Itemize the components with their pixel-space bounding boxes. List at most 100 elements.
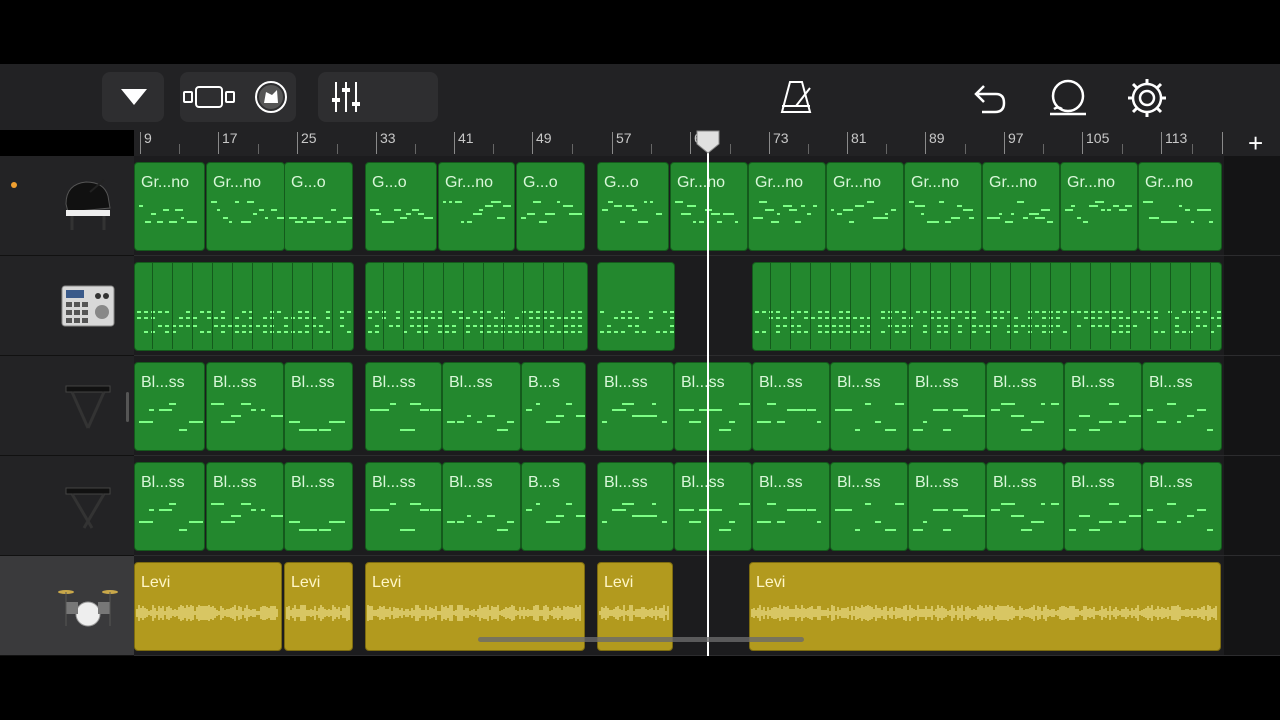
midi-region[interactable]: Bl...ss [134,362,205,451]
midi-region[interactable]: Gr...no [438,162,515,251]
midi-region[interactable]: Bl...ss [830,362,908,451]
midi-region[interactable]: Bl...ss [365,362,442,451]
playhead[interactable] [707,132,709,656]
midi-region[interactable]: Gr...no [748,162,826,251]
midi-region[interactable]: Bl...ss [908,362,986,451]
settings-icon[interactable] [1125,76,1169,120]
midi-region[interactable]: Bl...ss [830,462,908,551]
midi-region[interactable]: Bl...ss [206,362,284,451]
region-label: Bl...ss [993,374,1037,391]
region-label: Bl...ss [837,374,881,391]
midi-region[interactable]: B...s [521,462,586,551]
midi-region[interactable]: Bl...ss [1064,362,1142,451]
midi-region[interactable]: Gr...no [1060,162,1138,251]
midi-region[interactable]: Bl...ss [206,462,284,551]
midi-region[interactable]: Bl...ss [674,462,752,551]
region-divider [403,262,404,349]
midi-region[interactable]: Bl...ss [284,362,353,451]
region-label: Bl...ss [449,374,493,391]
loop-browser-icon[interactable] [1046,76,1090,120]
browser-dropdown-button[interactable] [102,72,164,122]
track-header-keyboard-1[interactable] [0,356,134,456]
ruler-subdivision [729,144,731,154]
midi-region[interactable]: G...o [597,162,669,251]
track-header-keyboard-2[interactable] [0,456,134,556]
region-label: Gr...no [445,174,494,191]
region-label: Bl...ss [449,474,493,491]
ruler-bar-line [376,132,377,154]
metronome-icon[interactable] [776,78,816,118]
midi-region[interactable]: G...o [284,162,353,251]
midi-region[interactable]: Bl...ss [908,462,986,551]
midi-region[interactable]: B...s [521,362,586,451]
letterbox-bottom [0,656,1280,720]
ruler-bar-line [1004,132,1005,154]
ruler-bar-line [847,132,848,154]
ruler-subdivision [493,144,494,154]
track-resize-handle[interactable] [126,392,129,422]
midi-region[interactable]: Gr...no [1138,162,1222,251]
midi-region[interactable]: Bl...ss [597,462,674,551]
midi-region[interactable]: Bl...ss [986,462,1064,551]
midi-region[interactable]: Bl...ss [1064,462,1142,551]
ruler-bar-number: 97 [1008,130,1024,146]
beat-region[interactable] [597,262,675,351]
track-header-grand-piano[interactable] [0,156,134,256]
add-section-button[interactable]: + [1248,128,1263,159]
region-divider [830,262,831,349]
midi-region[interactable]: Bl...ss [134,462,205,551]
ruler-subdivision [415,144,416,154]
region-label: Gr...no [1145,174,1194,191]
region-label: Gr...no [141,174,190,191]
midi-region[interactable]: Bl...ss [442,362,521,451]
mixer-icon[interactable] [318,72,378,122]
beat-region[interactable] [752,262,1222,351]
mixer-fx-group [318,72,438,122]
midi-region[interactable]: Bl...ss [597,362,674,451]
undo-icon[interactable] [968,78,1008,118]
track-header-drums[interactable] [0,556,134,656]
midi-region[interactable]: Bl...ss [752,362,830,451]
midi-region[interactable]: Gr...no [134,162,205,251]
midi-region[interactable]: Bl...ss [365,462,442,551]
beat-region[interactable] [365,262,588,351]
tracks-view-icon[interactable] [180,72,296,122]
midi-region[interactable]: Bl...ss [284,462,353,551]
midi-region[interactable]: Gr...no [826,162,904,251]
midi-region[interactable]: Bl...ss [442,462,521,551]
region-label: Bl...ss [1149,474,1193,491]
beat-region[interactable] [134,262,354,351]
midi-region[interactable]: Bl...ss [1142,362,1222,451]
midi-region[interactable]: Gr...no [206,162,285,251]
audio-region[interactable]: Levi [134,562,282,651]
midi-region[interactable]: Gr...no [670,162,748,251]
midi-region[interactable]: Gr...no [904,162,982,251]
track-header-beat-sequencer[interactable] [0,256,134,356]
midi-region[interactable]: Bl...ss [1142,462,1222,551]
ruler-bar-number: 73 [773,130,789,146]
midi-region[interactable]: Gr...no [982,162,1060,251]
region-label: G...o [523,174,558,191]
ruler-bar-line [454,132,455,154]
region-divider [172,262,173,349]
region-label: Bl...ss [759,374,803,391]
playhead-handle-icon[interactable] [696,130,720,154]
region-divider [1030,262,1031,349]
ruler-subdivision [1043,144,1044,154]
midi-region[interactable]: Bl...ss [674,362,752,451]
midi-region[interactable]: Bl...ss [986,362,1064,451]
audio-region[interactable]: Levi [749,562,1221,651]
ruler-bar-number: 113 [1165,130,1188,146]
timeline-ruler[interactable]: 917253341495765738189971051131 [134,130,1234,157]
note-pattern [751,605,1217,621]
audio-region[interactable]: Levi [284,562,353,651]
ruler-bar-number: 17 [222,130,238,146]
region-divider [483,262,484,349]
midi-region[interactable]: Bl...ss [752,462,830,551]
ruler-bar-line [1161,132,1162,154]
midi-region[interactable]: G...o [365,162,437,251]
region-divider [1170,262,1171,349]
midi-region[interactable]: G...o [516,162,585,251]
region-label: Gr...no [989,174,1038,191]
horizontal-scrollbar[interactable] [478,637,804,642]
